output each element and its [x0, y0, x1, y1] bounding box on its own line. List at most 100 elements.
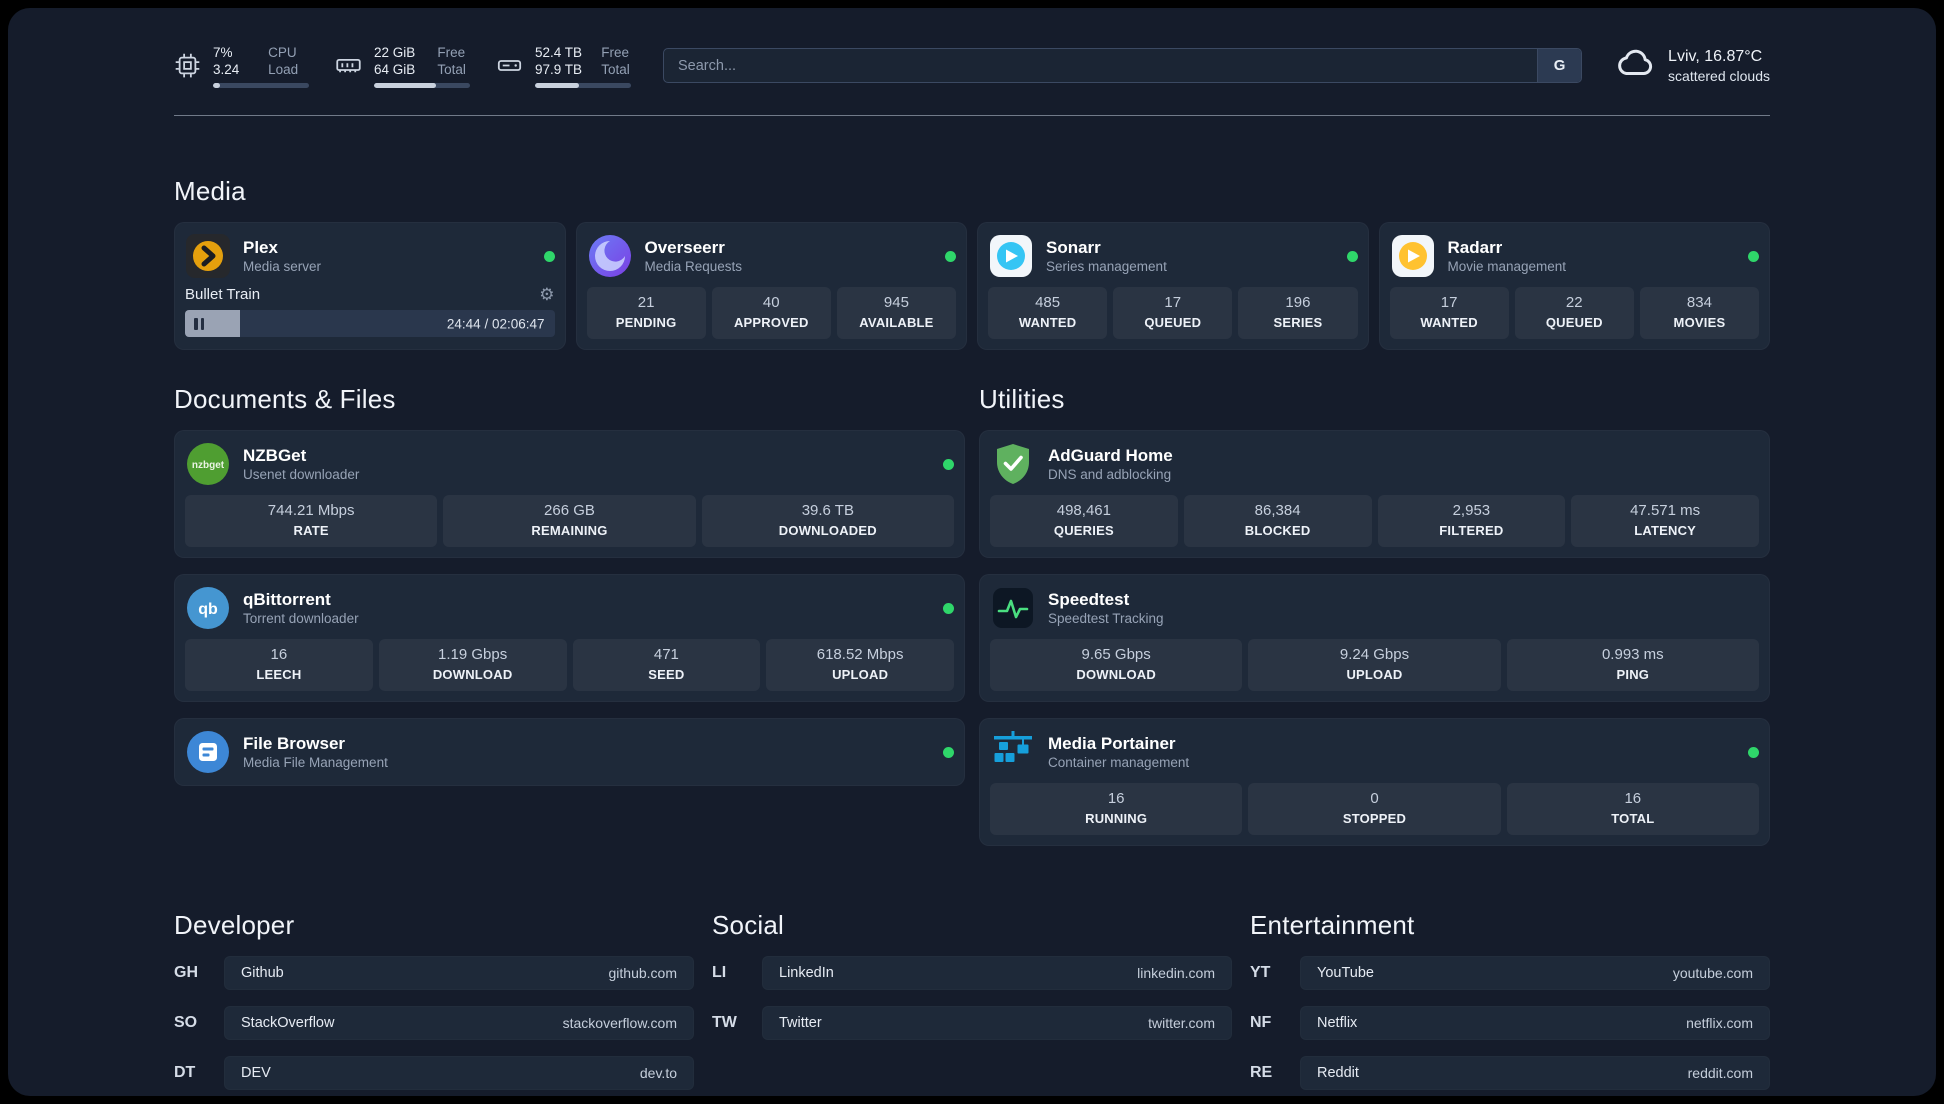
stat-box: 22 QUEUED: [1514, 287, 1634, 339]
card-portainer[interactable]: Media Portainer Container management 16 R…: [979, 718, 1770, 846]
weather-widget: Lviv, 16.87°C scattered clouds: [1614, 42, 1770, 89]
ram-free-value: 22 GiB: [374, 44, 416, 60]
stat-box: 17 QUEUED: [1113, 287, 1233, 339]
stat-box: 0.993 ms PING: [1506, 639, 1759, 691]
speedtest-icon: [993, 588, 1033, 628]
stat-box: 17 WANTED: [1389, 287, 1509, 339]
ram-total-label: Total: [437, 61, 466, 77]
stat-box: 266 GB REMAINING: [443, 495, 696, 547]
middle-columns: Documents & Files nzbget NZBGet Usenet d…: [174, 384, 1770, 846]
documents-section-heading: Documents & Files: [174, 384, 396, 414]
now-playing-title: Bullet Train: [185, 286, 261, 303]
link-pill-reddit[interactable]: Reddit reddit.com: [1300, 1056, 1770, 1090]
card-sonarr[interactable]: Sonarr Series management 485 WANTED 17 QUE…: [977, 222, 1369, 350]
nzbget-icon: nzbget: [187, 443, 229, 485]
card-radarr[interactable]: Radarr Movie management 17 WANTED 22 QUEUE…: [1378, 222, 1770, 350]
card-plex[interactable]: Plex Media server Bullet Train ⚙ 24:44 /…: [174, 222, 566, 350]
media-section-heading: Media: [174, 176, 246, 206]
card-nzbget[interactable]: nzbget NZBGet Usenet downloader 744.21 M…: [174, 430, 965, 558]
search-bar[interactable]: G: [663, 48, 1583, 83]
link-row-netflix: NF Netflix netflix.com: [1250, 1006, 1770, 1040]
card-adguard[interactable]: AdGuard Home DNS and adblocking 498,461 Q…: [979, 430, 1770, 558]
playback-progress-bar[interactable]: 24:44 / 02:06:47: [185, 310, 555, 337]
app-title: AdGuard Home: [1048, 446, 1173, 465]
link-pill-netflix[interactable]: Netflix netflix.com: [1300, 1006, 1770, 1040]
disk-progress-bar: [535, 82, 631, 88]
stat-box: 9.24 Gbps UPLOAD: [1248, 639, 1501, 691]
search-engine-button[interactable]: G: [1537, 49, 1582, 82]
stat-box: 834 MOVIES: [1639, 287, 1760, 339]
link-abbr: YT: [1250, 964, 1271, 981]
social-links: Social LI LinkedIn linkedin.com TW Twitt…: [712, 910, 1232, 1040]
card-filebrowser[interactable]: File Browser Media File Management: [174, 718, 965, 786]
link-pill-dev[interactable]: DEV dev.to: [224, 1056, 694, 1090]
link-pill-linkedin[interactable]: LinkedIn linkedin.com: [762, 956, 1232, 990]
stat-box: 16 TOTAL: [1506, 783, 1759, 835]
link-row-linkedin: LI LinkedIn linkedin.com: [712, 956, 1232, 990]
stat-box: 618.52 Mbps UPLOAD: [766, 639, 954, 691]
disk-total-value: 97.9 TB: [535, 61, 583, 77]
cloud-icon: [1614, 42, 1656, 89]
card-overseerr[interactable]: Overseerr Media Requests 21 PENDING 40 APP…: [575, 222, 967, 350]
app-title: Sonarr: [1046, 238, 1101, 257]
app-subtitle: Container management: [1048, 755, 1190, 770]
app-subtitle: Media File Management: [243, 755, 388, 770]
disk-icon: [496, 52, 523, 79]
weather-location: Lviv, 16.87°C: [1668, 47, 1763, 65]
app-subtitle: Media server: [243, 259, 322, 274]
app-title: qBittorrent: [243, 590, 331, 609]
utilities-section-heading: Utilities: [979, 384, 1065, 414]
overseerr-icon: [588, 235, 631, 277]
disk-free-value: 52.4 TB: [535, 44, 583, 60]
pause-icon[interactable]: [194, 317, 204, 330]
link-row-twitter: TW Twitter twitter.com: [712, 1006, 1232, 1040]
filebrowser-icon: [187, 731, 229, 773]
app-title: NZBGet: [243, 446, 307, 465]
link-row-reddit: RE Reddit reddit.com: [1250, 1056, 1770, 1090]
stat-box: 86,384 BLOCKED: [1183, 495, 1372, 547]
settings-gear-icon[interactable]: ⚙: [539, 286, 554, 303]
weather-condition: scattered clouds: [1668, 67, 1770, 84]
topbar: 7% CPU 3.24 Load 22 GiB Free 64 GiB Tota…: [174, 8, 1770, 89]
cpu-usage-value: 7%: [213, 44, 233, 60]
card-qbittorrent[interactable]: qb qBittorrent Torrent downloader 16 LEEC…: [174, 574, 965, 702]
app-title: Media Portainer: [1048, 734, 1176, 753]
ram-total-value: 64 GiB: [374, 61, 416, 77]
status-online-dot: [1748, 746, 1759, 758]
status-online-dot: [1346, 250, 1358, 262]
status-online-dot: [943, 602, 954, 614]
topbar-divider: [174, 115, 1770, 116]
disk-free-label: Free: [601, 44, 630, 60]
playback-time: 24:44 / 02:06:47: [446, 316, 545, 331]
ram-progress-bar: [374, 82, 470, 88]
stat-box: 945 AVAILABLE: [836, 287, 957, 339]
entertainment-section-heading: Entertainment: [1250, 910, 1415, 940]
link-pill-youtube[interactable]: YouTube youtube.com: [1300, 956, 1770, 990]
stat-box: 498,461 QUERIES: [990, 495, 1178, 547]
link-abbr: SO: [174, 1014, 198, 1031]
link-abbr: LI: [712, 964, 727, 981]
ram-progress-fill: [374, 82, 437, 88]
stat-box: 40 APPROVED: [711, 287, 831, 339]
plex-now-playing: Bullet Train ⚙ 24:44 / 02:06:47: [185, 286, 555, 337]
link-row-github: GH Github github.com: [174, 956, 694, 990]
app-subtitle: Series management: [1046, 259, 1167, 274]
stat-box: 196 SERIES: [1238, 287, 1358, 339]
link-pill-github[interactable]: Github github.com: [224, 956, 694, 990]
search-input[interactable]: [664, 49, 1538, 82]
link-pill-twitter[interactable]: Twitter twitter.com: [762, 1006, 1232, 1040]
stat-box: 21 PENDING: [586, 287, 706, 339]
svg-text:nzbget: nzbget: [192, 460, 225, 471]
stat-box: 47.571 ms LATENCY: [1571, 495, 1759, 547]
link-pill-stackoverflow[interactable]: StackOverflow stackoverflow.com: [224, 1006, 694, 1040]
cpu-usage-widget: 7% CPU 3.24 Load: [174, 44, 309, 88]
stat-box: 471 SEED: [572, 639, 761, 691]
entertainment-links: Entertainment YT YouTube youtube.com NF …: [1250, 910, 1770, 1090]
link-abbr: TW: [712, 1014, 737, 1031]
portainer-icon: [994, 731, 1032, 762]
cpu-usage-label: CPU: [268, 44, 297, 60]
developer-section-heading: Developer: [174, 910, 295, 940]
status-online-dot: [1748, 250, 1759, 262]
card-speedtest[interactable]: Speedtest Speedtest Tracking 9.65 Gbps DO…: [979, 574, 1770, 702]
ram-free-label: Free: [437, 44, 466, 60]
